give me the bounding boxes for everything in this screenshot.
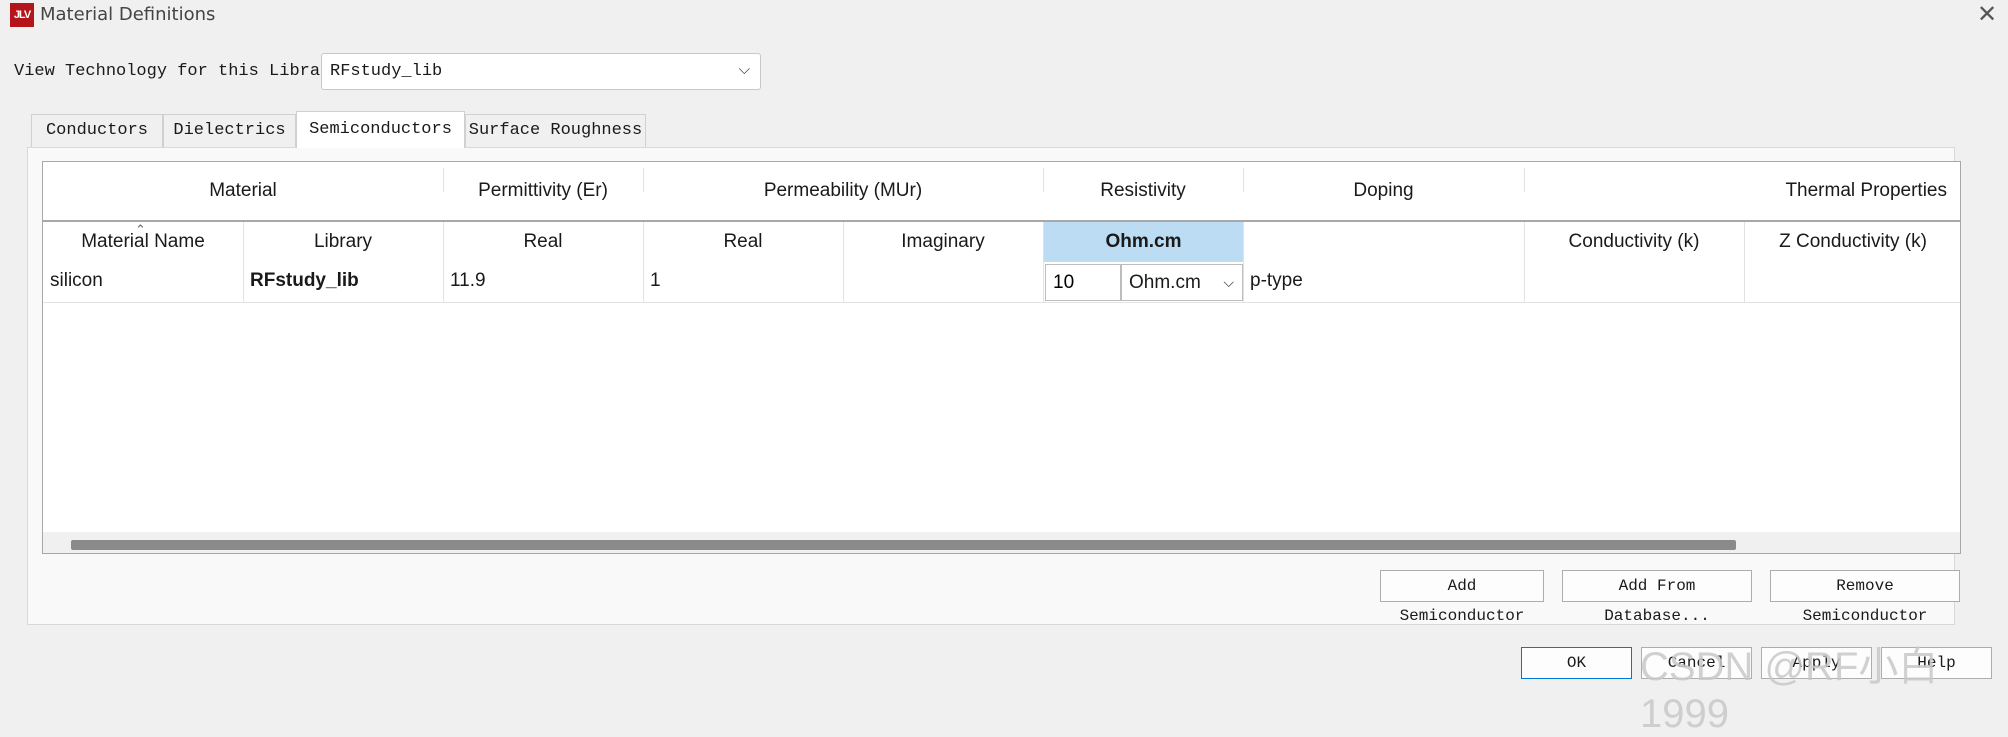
sort-up-icon: ⌃ <box>135 222 146 237</box>
cell-permittivity-real[interactable]: 11.9 <box>443 262 643 302</box>
title-bar: JLV Material Definitions ✕ <box>0 0 2008 30</box>
materials-table: Material Permittivity (Er) Permeability … <box>42 161 1961 554</box>
col-library[interactable]: Library <box>243 222 443 262</box>
library-label: View Technology for this Library: <box>14 62 351 81</box>
cell-z-conductivity[interactable] <box>1744 262 1960 302</box>
col-z-conductivity[interactable]: Z Conductivity (k) <box>1744 222 1960 262</box>
cell-library[interactable]: RFstudy_lib <box>243 262 443 302</box>
header-divider <box>1043 168 1044 192</box>
window-title: Material Definitions <box>40 4 216 25</box>
cell-permeability-real[interactable]: 1 <box>643 262 843 302</box>
close-icon[interactable]: ✕ <box>1970 0 2004 30</box>
cell-doping[interactable]: p-type <box>1243 262 1524 302</box>
col-material-name[interactable]: ⌃ Material Name <box>43 222 243 262</box>
col-conductivity[interactable]: Conductivity (k) <box>1524 222 1744 262</box>
tab-semiconductors[interactable]: Semiconductors <box>296 111 465 148</box>
app-icon: JLV <box>10 3 34 27</box>
resistivity-unit-value: Ohm.cm <box>1129 272 1201 293</box>
header-divider <box>1243 168 1244 192</box>
chevron-down-icon: ⌵ <box>738 62 750 79</box>
tab-dielectrics[interactable]: Dielectrics <box>163 114 296 147</box>
header-permeability: Permeability (MUr) <box>763 180 923 201</box>
apply-button[interactable]: Apply <box>1761 647 1872 679</box>
library-select[interactable]: RFstudy_lib ⌵ <box>321 53 761 90</box>
header-resistivity: Resistivity <box>1100 180 1186 201</box>
header-permittivity: Permittivity (Er) <box>478 180 608 201</box>
col-resistivity-unit[interactable]: Ohm.cm <box>1044 222 1243 262</box>
cell-permeability-imaginary[interactable] <box>843 262 1043 302</box>
header-doping: Doping <box>1353 180 1414 201</box>
table-row[interactable]: silicon RFstudy_lib 11.9 1 Ohm.cm ⌵ p-ty… <box>43 262 1960 303</box>
add-from-database-button[interactable]: Add From Database... <box>1562 570 1752 625</box>
scrollbar-thumb[interactable] <box>71 540 1736 550</box>
col-doping[interactable] <box>1243 222 1524 262</box>
header-divider <box>643 168 644 192</box>
horizontal-scrollbar[interactable] <box>43 532 1960 553</box>
col-permittivity-real[interactable]: Real <box>443 222 643 262</box>
remove-semiconductor-button[interactable]: Remove Semiconductor <box>1770 570 1960 625</box>
col-permeability-real[interactable]: Real <box>643 222 843 262</box>
col-permeability-imaginary[interactable]: Imaginary <box>843 222 1043 262</box>
cell-material-name[interactable]: silicon <box>43 262 243 302</box>
add-semiconductor-button[interactable]: Add Semiconductor <box>1380 570 1544 625</box>
header-material: Material <box>209 180 277 201</box>
header-thermal: Thermal Properties <box>1785 180 1947 201</box>
library-select-value: RFstudy_lib <box>330 62 443 81</box>
cancel-button[interactable]: Cancel <box>1641 647 1752 679</box>
cell-conductivity[interactable] <box>1524 262 1744 302</box>
chevron-down-icon: ⌵ <box>1223 274 1234 290</box>
resistivity-value-input[interactable] <box>1045 264 1121 301</box>
tab-surface-roughness[interactable]: Surface Roughness <box>465 114 646 147</box>
resistivity-unit-select[interactable]: Ohm.cm ⌵ <box>1121 264 1243 301</box>
tab-conductors[interactable]: Conductors <box>31 114 163 147</box>
ok-button[interactable]: OK <box>1521 647 1632 679</box>
help-button[interactable]: Help <box>1881 647 1992 679</box>
header-divider <box>443 168 444 192</box>
header-divider <box>1524 168 1525 192</box>
